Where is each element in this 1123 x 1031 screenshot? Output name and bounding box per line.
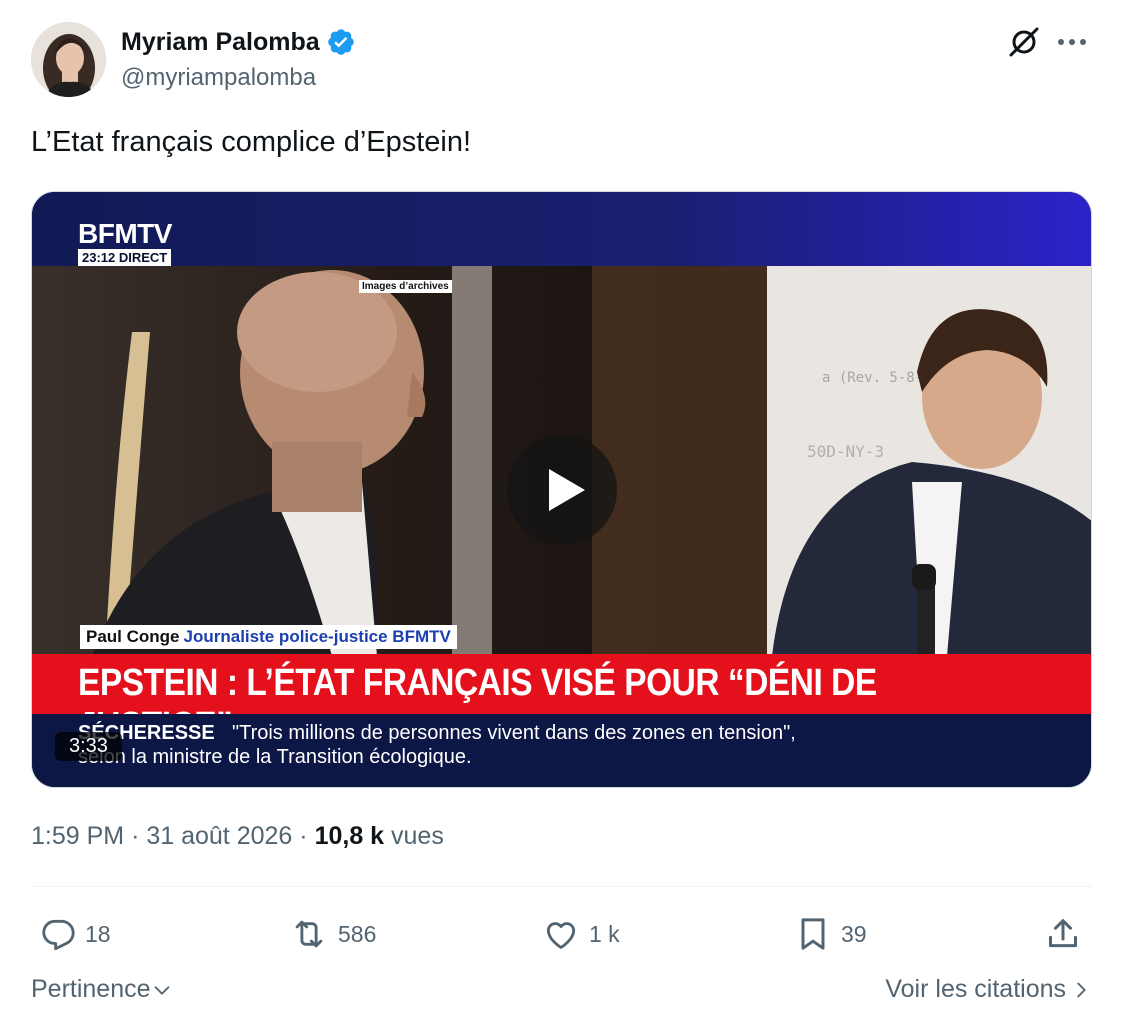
channel-time: 23:12 DIRECT xyxy=(78,249,172,266)
meta-separator: · xyxy=(299,822,308,850)
reply-button[interactable]: 18 xyxy=(39,912,111,956)
view-quotes-link[interactable]: Voir les citations xyxy=(885,975,1092,1004)
display-name[interactable]: Myriam Palomba xyxy=(121,28,320,57)
views-label: vues xyxy=(391,822,444,850)
video-player[interactable]: a (Rev. 5-8-01) 50D-NY-3 BFMTV 23:12 DIR… xyxy=(31,191,1092,788)
svg-text:50D-NY-3: 50D-NY-3 xyxy=(807,442,884,461)
play-button[interactable] xyxy=(507,435,617,545)
chevron-right-icon xyxy=(1077,982,1086,997)
action-bar: 18 586 1 k 39 xyxy=(31,912,1092,956)
guest-caption: Paul Conge Journaliste police-justice BFM… xyxy=(80,625,457,649)
reply-icon xyxy=(42,919,75,951)
channel-logo: BFMTV xyxy=(78,218,172,249)
meta-separator: · xyxy=(131,822,140,850)
play-icon xyxy=(549,469,585,511)
tweet-date[interactable]: 31 août 2026 xyxy=(146,822,292,850)
bookmark-count: 39 xyxy=(841,920,867,947)
archive-tag: Images d’archives xyxy=(359,280,452,293)
repost-count: 586 xyxy=(338,920,377,947)
views-count: 10,8 k xyxy=(314,822,385,850)
share-button[interactable] xyxy=(1043,912,1083,956)
tweet-text: L’Etat français complice d’Epstein! xyxy=(31,126,472,158)
share-icon xyxy=(1049,919,1077,948)
reply-count: 18 xyxy=(85,920,111,947)
tweet-meta: 1:59 PM · 31 août 2026 · 10,8 k vues xyxy=(31,822,444,851)
guest-role: Journaliste police-justice BFMTV xyxy=(183,627,451,646)
replies-footer: Pertinence Voir les citations xyxy=(31,975,1092,1011)
more-dots-icon[interactable] xyxy=(1052,22,1092,62)
verified-badge-icon[interactable] xyxy=(326,27,356,57)
chevron-down-icon xyxy=(154,985,169,995)
bookmark-button[interactable]: 39 xyxy=(793,912,867,956)
video-duration: 3:33 xyxy=(55,732,122,761)
sort-label: Pertinence xyxy=(31,975,151,1003)
tweet-time[interactable]: 1:59 PM xyxy=(31,822,124,850)
grok-icon[interactable] xyxy=(1004,22,1044,62)
tweet-header: Myriam Palomba @myriampalomba xyxy=(31,22,1092,98)
divider xyxy=(31,886,1092,887)
like-count: 1 k xyxy=(589,920,620,947)
author-handle[interactable]: @myriampalomba xyxy=(121,64,356,92)
repost-icon xyxy=(295,920,323,948)
ticker-line-1: "Trois millions de personnes vivent dans… xyxy=(232,722,796,744)
avatar[interactable] xyxy=(31,22,106,97)
bookmark-icon xyxy=(801,918,825,950)
repost-button[interactable]: 586 xyxy=(288,912,376,956)
like-button[interactable]: 1 k xyxy=(541,912,620,956)
sort-dropdown[interactable]: Pertinence xyxy=(31,975,173,1004)
like-heart-icon xyxy=(546,922,576,949)
author-block: Myriam Palomba @myriampalomba xyxy=(121,26,356,92)
ticker-line-2: selon la ministre de la Transition écolo… xyxy=(78,746,472,768)
guest-name: Paul Conge xyxy=(86,627,180,646)
quotes-label: Voir les citations xyxy=(885,975,1066,1003)
